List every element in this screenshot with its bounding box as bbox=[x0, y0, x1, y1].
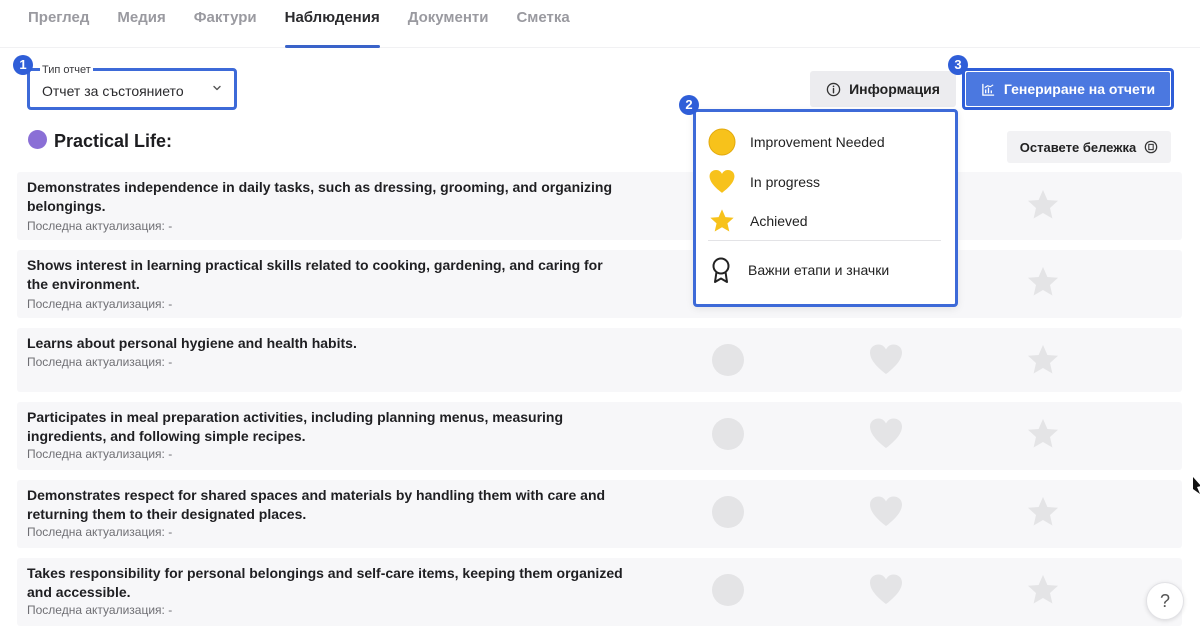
legend-divider bbox=[708, 240, 941, 241]
star-rating-icon[interactable] bbox=[1025, 494, 1061, 530]
heart-rating-icon[interactable] bbox=[868, 572, 904, 608]
circle-rating-icon[interactable] bbox=[710, 494, 746, 530]
star-rating-icon[interactable] bbox=[1025, 187, 1061, 223]
report-type-select[interactable]: Тип отчет Отчет за състоянието bbox=[27, 64, 237, 110]
heart-rating-icon[interactable] bbox=[868, 342, 904, 378]
legend-label: Achieved bbox=[750, 213, 808, 229]
legend-item-in-progress: In progress bbox=[708, 168, 820, 196]
legend-item-improvement: Improvement Needed bbox=[708, 128, 885, 156]
step-badge-2: 2 bbox=[679, 95, 699, 115]
observation-title: Demonstrates respect for shared spaces a… bbox=[27, 487, 606, 522]
tab-bar: Преглед Медия Фактури Наблюдения Докумен… bbox=[0, 0, 1200, 48]
tab-observations[interactable]: Наблюдения bbox=[284, 0, 380, 48]
star-rating-icon[interactable] bbox=[1025, 572, 1061, 608]
info-button-label: Информация bbox=[849, 81, 940, 97]
yellow-circle-icon bbox=[708, 128, 736, 156]
last-updated: Последна актуализация: - bbox=[27, 525, 173, 539]
heart-rating-icon[interactable] bbox=[868, 494, 904, 530]
generate-reports-label: Генериране на отчети bbox=[1003, 81, 1156, 97]
info-button[interactable]: Информация bbox=[810, 71, 956, 107]
observation-row: Learns about personal hygiene and health… bbox=[17, 328, 1182, 392]
observation-title: Learns about personal hygiene and health… bbox=[27, 335, 357, 351]
legend-label: In progress bbox=[750, 174, 821, 190]
last-updated: Последна актуализация: - bbox=[27, 603, 173, 617]
milestones-link[interactable]: Важни етапи и значки bbox=[708, 256, 889, 284]
star-rating-icon[interactable] bbox=[1025, 264, 1061, 300]
observation-row: Demonstrates independence in daily tasks… bbox=[17, 172, 1182, 240]
generate-reports-button[interactable]: Генериране на отчети bbox=[966, 72, 1170, 106]
chevron-down-icon bbox=[213, 85, 221, 91]
rating-legend-popup: Improvement Needed In progress Achieved … bbox=[693, 109, 958, 307]
milestones-label: Важни етапи и значки bbox=[748, 262, 890, 278]
report-type-value: Отчет за състоянието bbox=[42, 83, 184, 99]
info-icon bbox=[826, 82, 841, 96]
tab-overview[interactable]: Преглед bbox=[28, 0, 89, 48]
circle-rating-icon[interactable] bbox=[710, 342, 746, 378]
tab-account[interactable]: Сметка bbox=[516, 0, 569, 48]
observation-title: Demonstrates independence in daily tasks… bbox=[27, 179, 613, 214]
step-badge-3: 3 bbox=[948, 55, 968, 75]
tab-invoices[interactable]: Фактури bbox=[194, 0, 257, 48]
observation-row: Participates in meal preparation activit… bbox=[17, 402, 1182, 470]
help-button[interactable]: ? bbox=[1146, 582, 1184, 620]
last-updated: Последна актуализация: - bbox=[27, 297, 173, 311]
note-icon bbox=[1144, 140, 1158, 154]
yellow-heart-icon bbox=[709, 169, 735, 193]
chart-icon bbox=[982, 83, 994, 96]
observation-row: Shows interest in learning practical ski… bbox=[17, 250, 1182, 318]
circle-rating-icon[interactable] bbox=[710, 416, 746, 452]
leave-note-button[interactable]: Оставете бележка bbox=[1007, 131, 1171, 163]
mouse-cursor-icon bbox=[1193, 477, 1200, 494]
observation-row: Demonstrates respect for shared spaces a… bbox=[17, 480, 1182, 548]
section-title: Practical Life: bbox=[54, 131, 173, 151]
legend-label: Improvement Needed bbox=[750, 134, 885, 150]
heart-rating-icon[interactable] bbox=[868, 416, 904, 452]
last-updated: Последна актуализация: - bbox=[27, 355, 173, 369]
observation-title: Participates in meal preparation activit… bbox=[27, 409, 564, 444]
report-type-label: Тип отчет bbox=[40, 64, 93, 76]
section-color-dot bbox=[28, 130, 47, 149]
observation-title: Takes responsibility for personal belong… bbox=[27, 565, 623, 600]
last-updated: Последна актуализация: - bbox=[27, 219, 173, 233]
tab-media[interactable]: Медия bbox=[117, 0, 165, 48]
step-badge-1: 1 bbox=[13, 55, 33, 75]
legend-item-achieved: Achieved bbox=[708, 207, 808, 235]
leave-note-label: Оставете бележка bbox=[1019, 139, 1137, 155]
observation-row: Takes responsibility for personal belong… bbox=[17, 558, 1182, 626]
star-icon bbox=[710, 209, 734, 232]
award-ribbon-icon bbox=[712, 257, 730, 283]
observation-title: Shows interest in learning practical ski… bbox=[27, 257, 603, 292]
last-updated: Последна актуализация: - bbox=[27, 447, 173, 461]
star-rating-icon[interactable] bbox=[1025, 342, 1061, 378]
circle-rating-icon[interactable] bbox=[710, 572, 746, 608]
star-rating-icon[interactable] bbox=[1025, 416, 1061, 452]
tab-documents[interactable]: Документи bbox=[408, 0, 489, 48]
